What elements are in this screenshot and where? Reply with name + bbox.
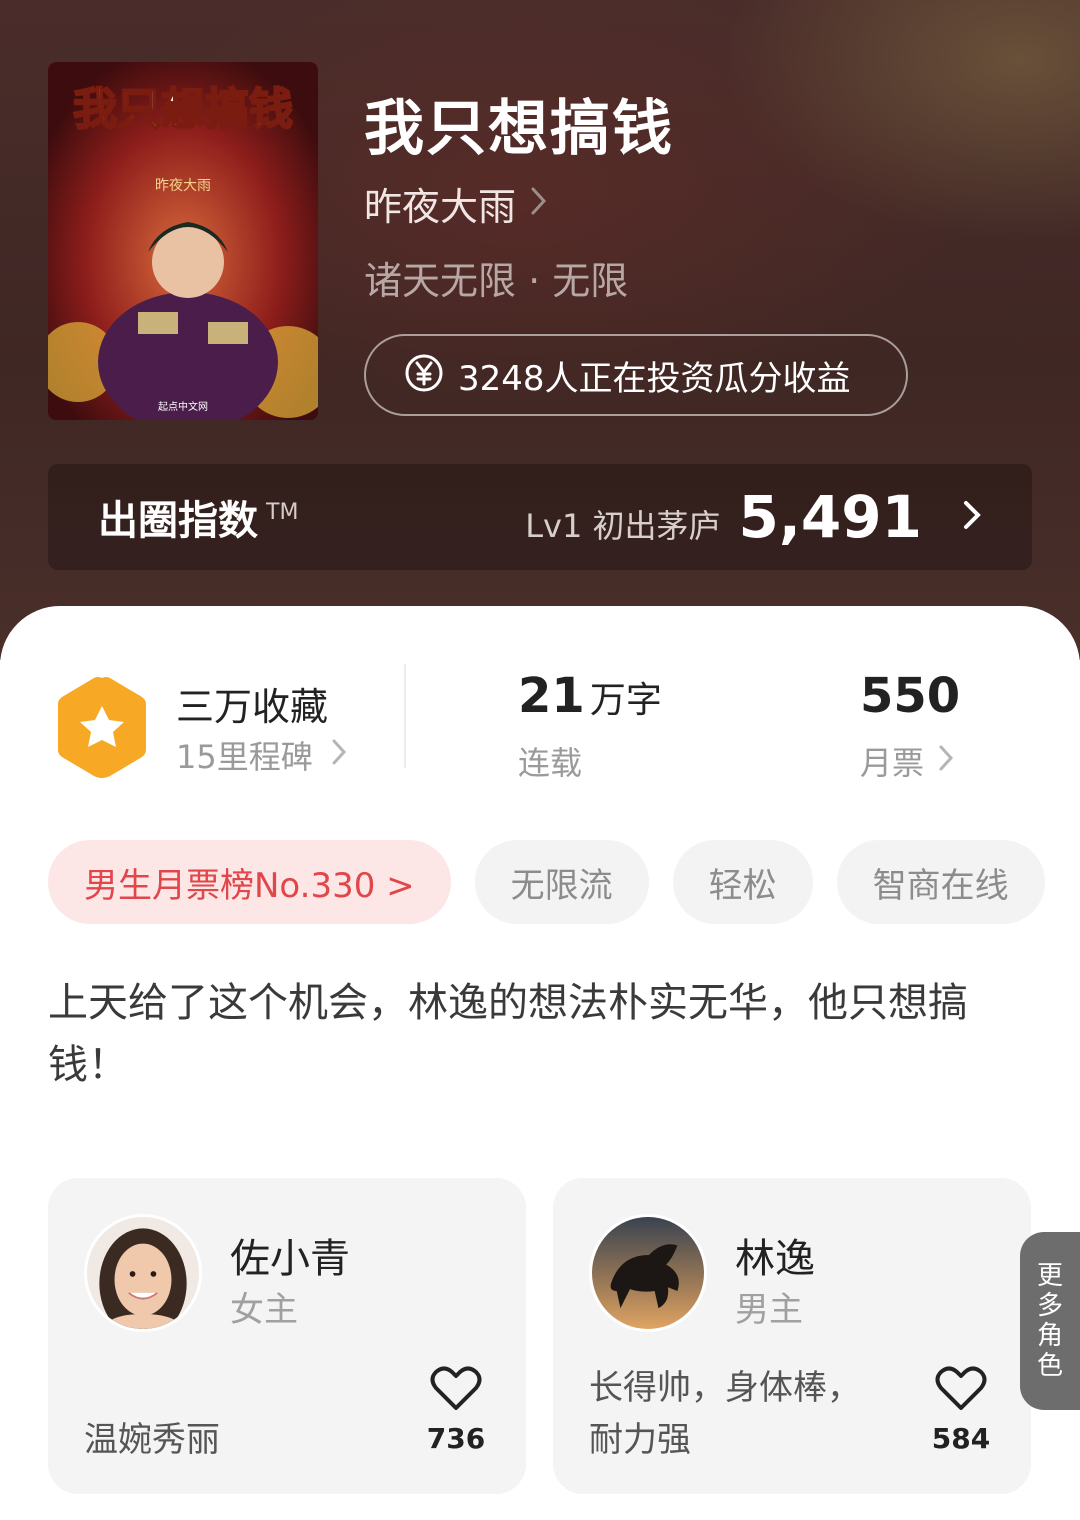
heart-icon (935, 1366, 987, 1416)
index-label: 出圈指数 (98, 498, 258, 544)
like-count: 736 (426, 1422, 486, 1455)
cover-publisher-art: 起点中文网 (158, 400, 208, 413)
like-button[interactable]: 584 (931, 1366, 991, 1455)
index-level: Lv1 初出茅庐 (525, 507, 721, 545)
book-description[interactable]: 上天给了这个机会，林逸的想法朴实无华，他只想搞钱！ (48, 972, 1008, 1096)
serial-status: 连载 (518, 744, 583, 782)
stat-divider (404, 664, 406, 768)
word-count-number: 21 (518, 668, 585, 724)
character-name: 林逸 (735, 1236, 815, 1282)
character-desc: 温婉秀丽 (84, 1420, 220, 1460)
tag-item[interactable]: 无限流 (474, 840, 649, 924)
book-cover-art: 我只想搞钱 昨夜大雨 起点中文网 (48, 62, 318, 420)
index-score: 5,491 (738, 483, 922, 551)
invest-button[interactable]: 3248人正在投资瓜分收益 (364, 334, 908, 416)
cover-author-art: 昨夜大雨 (155, 178, 211, 194)
tag-item[interactable]: 智商在线 (836, 840, 1045, 924)
character-name: 佐小青 (230, 1236, 350, 1282)
book-header: 我只想搞钱 昨夜大雨 起点中文网 我只想搞钱 昨夜大雨 诸天无限 · 无限 32… (0, 0, 1080, 660)
monthly-votes-stat[interactable]: 550 月票 (860, 668, 960, 784)
yen-circle-icon (404, 353, 444, 397)
tag-item[interactable]: 轻松 (672, 840, 813, 924)
avatar (84, 1214, 202, 1332)
author-link[interactable]: 昨夜大雨 (364, 178, 548, 229)
more-roles-char: 角 (1036, 1321, 1063, 1351)
more-roles-tab[interactable]: 更 多 角 色 (1020, 1232, 1080, 1410)
chevron-right-icon (530, 186, 548, 220)
word-count-stat: 21 万字 连载 (518, 668, 662, 784)
book-title: 我只想搞钱 (364, 94, 674, 164)
chevron-right-icon (331, 736, 347, 774)
author-name: 昨夜大雨 (364, 184, 517, 229)
heart-icon (430, 1366, 482, 1416)
character-role: 女主 (230, 1290, 298, 1330)
milestone-text: 15里程碑 (176, 738, 313, 776)
more-roles-char: 多 (1036, 1291, 1063, 1321)
word-count-unit: 万字 (589, 680, 662, 721)
chevron-right-icon (938, 742, 954, 780)
star-badge-icon (58, 677, 146, 778)
character-desc: 长得帅，身体棒，耐力强 (589, 1368, 861, 1460)
favorites-stat[interactable]: 三万收藏 15里程碑 (54, 674, 384, 780)
avatar (589, 1214, 707, 1332)
tag-rank[interactable]: 男生月票榜No.330 > (48, 840, 451, 924)
invest-text: 3248人正在投资瓜分收益 (458, 358, 851, 399)
chevron-right-icon (962, 499, 982, 535)
favorites-title: 三万收藏 (176, 685, 329, 729)
character-card[interactable]: 佐小青 女主 温婉秀丽 736 (48, 1178, 526, 1494)
more-roles-char: 色 (1036, 1351, 1063, 1381)
character-card[interactable]: 林逸 男主 长得帅，身体棒，耐力强 584 (553, 1178, 1031, 1494)
book-genre: 诸天无限 · 无限 (364, 259, 629, 303)
monthly-votes-label: 月票 (860, 744, 925, 782)
tag-list: 男生月票榜No.330 > 无限流 轻松 智商在线 (48, 840, 1045, 924)
more-roles-char: 更 (1036, 1261, 1063, 1291)
popularity-index-bar[interactable]: 出圈指数 TM Lv1 初出茅庐 5,491 (48, 464, 1032, 570)
trademark-mark: TM (266, 500, 299, 525)
cover-title-art: 我只想搞钱 (73, 84, 293, 135)
book-cover[interactable]: 我只想搞钱 昨夜大雨 起点中文网 (48, 62, 318, 420)
monthly-votes-number: 550 (860, 668, 961, 724)
character-role: 男主 (735, 1290, 803, 1330)
like-button[interactable]: 736 (426, 1366, 486, 1455)
like-count: 584 (931, 1422, 991, 1455)
